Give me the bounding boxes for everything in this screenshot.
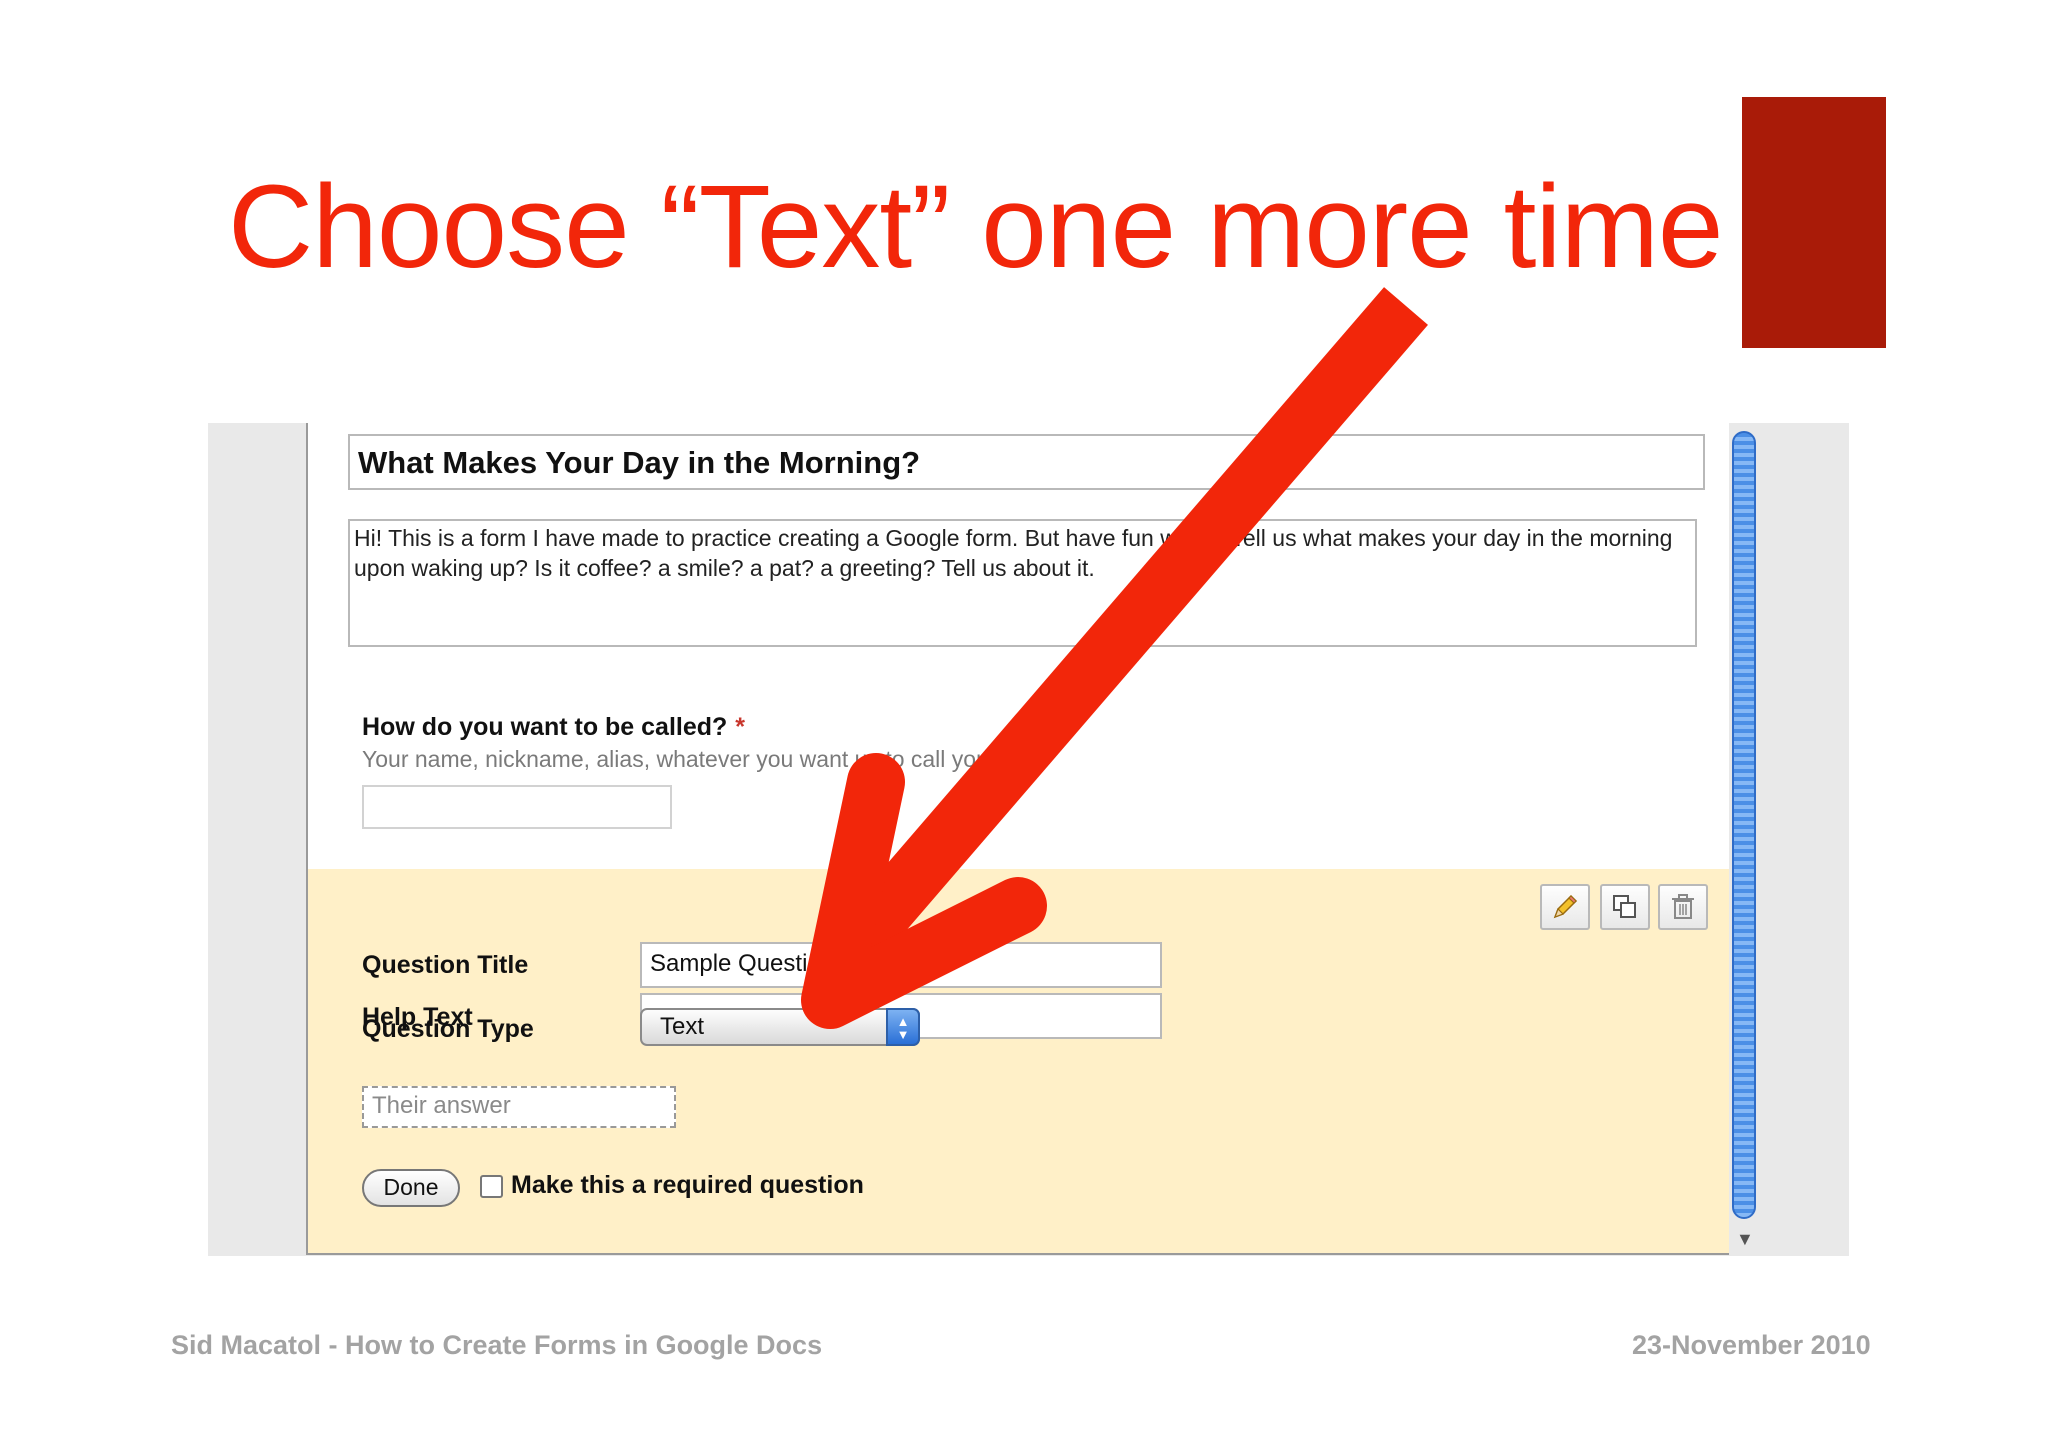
footer-date: 23-November 2010 <box>1632 1330 1871 1360</box>
pointer-arrow-icon <box>801 287 1428 1029</box>
footer-author: Sid Macatol - How to Create Forms in Goo… <box>171 1330 823 1360</box>
